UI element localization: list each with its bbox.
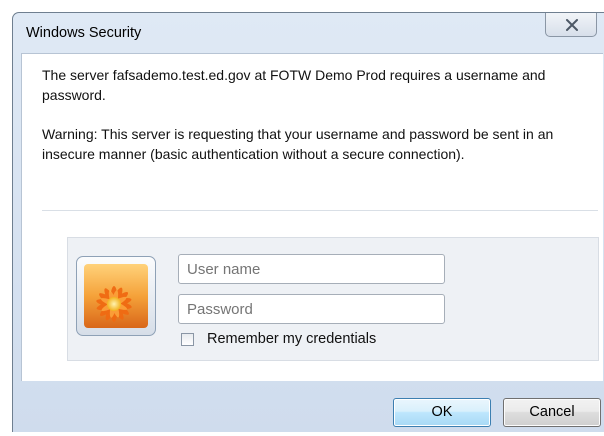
window-title: Windows Security xyxy=(26,25,142,41)
close-button[interactable] xyxy=(545,13,597,37)
windows-security-dialog: Windows Security The server fafsademo.te… xyxy=(12,12,604,432)
user-tile xyxy=(76,256,156,336)
close-x-icon xyxy=(566,19,578,31)
cancel-button[interactable]: Cancel xyxy=(503,398,601,427)
flower-user-picture-icon xyxy=(84,264,148,328)
remember-credentials-label: Remember my credentials xyxy=(207,331,377,347)
credential-panel: Remember my credentials xyxy=(67,237,599,361)
ok-button[interactable]: OK xyxy=(393,398,491,427)
warning-message: Warning: This server is requesting that … xyxy=(42,126,554,162)
divider xyxy=(42,210,598,211)
dialog-content: The server fafsademo.test.ed.gov at FOTW… xyxy=(21,53,603,381)
server-message: The server fafsademo.test.ed.gov at FOTW… xyxy=(42,67,546,103)
username-input[interactable] xyxy=(178,254,445,284)
remember-credentials-checkbox[interactable] xyxy=(181,333,194,346)
password-input[interactable] xyxy=(178,294,445,324)
title-bar[interactable]: Windows Security xyxy=(13,13,604,53)
